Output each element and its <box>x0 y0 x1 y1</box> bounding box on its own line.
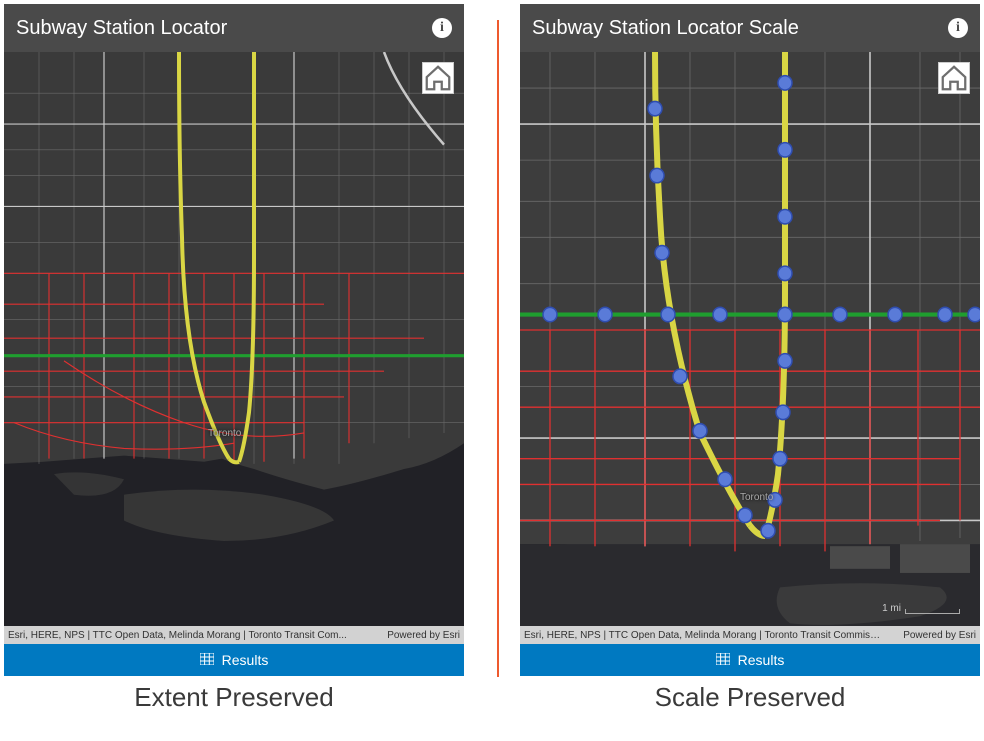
map-canvas <box>520 52 980 644</box>
app-header: Subway Station Locator Scale i <box>520 4 980 52</box>
scale-label: 1 mi <box>882 603 901 614</box>
powered-by-text: Powered by Esri <box>903 630 976 641</box>
home-icon <box>423 63 453 93</box>
results-button[interactable]: Results <box>4 644 464 676</box>
attribution-text: Esri, HERE, NPS | TTC Open Data, Melinda… <box>524 630 883 641</box>
app-frame-left: Subway Station Locator i <box>4 4 464 676</box>
attribution-text: Esri, HERE, NPS | TTC Open Data, Melinda… <box>8 630 367 641</box>
app-title: Subway Station Locator Scale <box>532 17 799 40</box>
results-label: Results <box>222 652 269 668</box>
caption-right: Scale Preserved <box>655 682 846 713</box>
vertical-divider <box>497 20 499 677</box>
home-button[interactable] <box>938 62 970 94</box>
caption-left: Extent Preserved <box>134 682 333 713</box>
scale-tick <box>905 609 960 614</box>
info-icon[interactable]: i <box>948 18 968 38</box>
results-button[interactable]: Results <box>520 644 980 676</box>
table-icon <box>200 652 214 668</box>
home-button[interactable] <box>422 62 454 94</box>
scale-bar: 1 mi <box>882 603 960 614</box>
app-header: Subway Station Locator i <box>4 4 464 52</box>
panel-extent-preserved: Subway Station Locator i <box>4 4 464 713</box>
app-title: Subway Station Locator <box>16 17 227 40</box>
results-label: Results <box>738 652 785 668</box>
map-viewport-left[interactable]: Toronto Esri, HERE, NPS | TTC Open Data,… <box>4 52 464 644</box>
home-icon <box>939 63 969 93</box>
powered-by-text: Powered by Esri <box>387 630 460 641</box>
info-icon[interactable]: i <box>432 18 452 38</box>
attribution-bar: Esri, HERE, NPS | TTC Open Data, Melinda… <box>4 626 464 644</box>
map-canvas <box>4 52 464 644</box>
panel-scale-preserved: Subway Station Locator Scale i <box>520 4 980 713</box>
app-frame-right: Subway Station Locator Scale i <box>520 4 980 676</box>
attribution-bar: Esri, HERE, NPS | TTC Open Data, Melinda… <box>520 626 980 644</box>
table-icon <box>716 652 730 668</box>
map-viewport-right[interactable]: Toronto 1 mi Esri, HERE, NPS | TTC Open … <box>520 52 980 644</box>
